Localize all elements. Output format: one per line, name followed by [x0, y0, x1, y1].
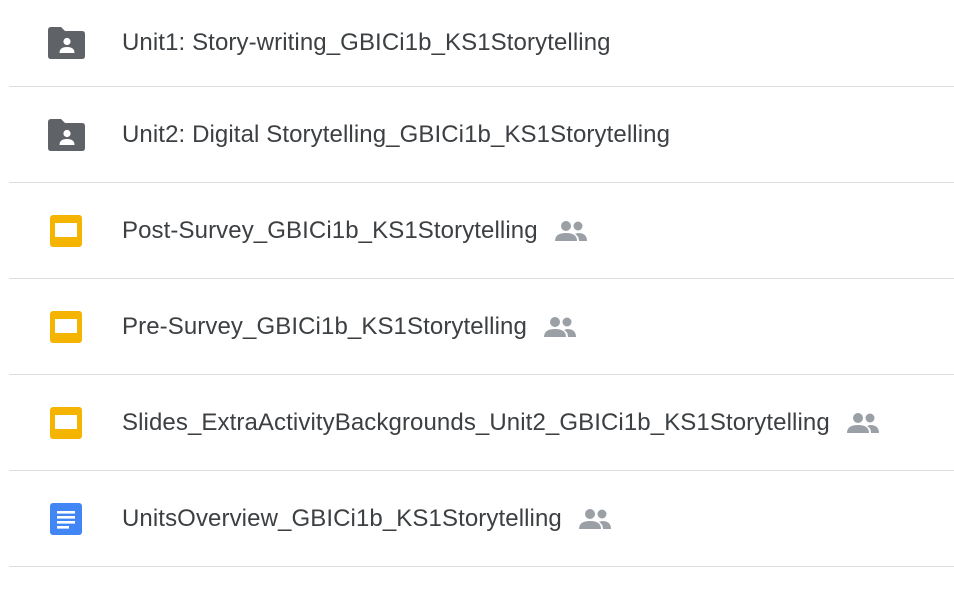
shared-people-icon	[846, 412, 880, 434]
file-row[interactable]: Post-Survey_GBICi1b_KS1Storytelling	[9, 183, 954, 279]
file-name-text: UnitsOverview_GBICi1b_KS1Storytelling	[122, 504, 562, 532]
file-name: Pre-Survey_GBICi1b_KS1Storytelling	[122, 313, 577, 341]
file-name-text: Post-Survey_GBICi1b_KS1Storytelling	[122, 216, 538, 244]
file-row[interactable]: Slides_ExtraActivityBackgrounds_Unit2_GB…	[9, 375, 954, 471]
google-slides-icon	[45, 306, 87, 348]
file-row[interactable]: Unit2: Digital Storytelling_GBICi1b_KS1S…	[9, 87, 954, 183]
shared-folder-icon	[45, 22, 87, 64]
file-name: UnitsOverview_GBICi1b_KS1Storytelling	[122, 505, 612, 533]
file-list: Unit1: Story-writing_GBICi1b_KS1Storytel…	[0, 0, 954, 567]
google-slides-icon	[45, 402, 87, 444]
file-name-text: Pre-Survey_GBICi1b_KS1Storytelling	[122, 312, 527, 340]
shared-people-icon	[554, 220, 588, 242]
file-row[interactable]: Unit1: Story-writing_GBICi1b_KS1Storytel…	[9, 0, 954, 87]
google-docs-icon	[45, 498, 87, 540]
file-row[interactable]: UnitsOverview_GBICi1b_KS1Storytelling	[9, 471, 954, 567]
shared-people-icon	[578, 508, 612, 530]
file-name: Post-Survey_GBICi1b_KS1Storytelling	[122, 217, 588, 245]
google-slides-icon	[45, 210, 87, 252]
shared-people-icon	[543, 316, 577, 338]
file-name: Unit2: Digital Storytelling_GBICi1b_KS1S…	[122, 120, 671, 148]
file-name: Slides_ExtraActivityBackgrounds_Unit2_GB…	[122, 409, 880, 437]
file-name: Unit1: Story-writing_GBICi1b_KS1Storytel…	[122, 29, 611, 56]
file-row[interactable]: Pre-Survey_GBICi1b_KS1Storytelling	[9, 279, 954, 375]
shared-folder-icon	[45, 114, 87, 156]
file-name-text: Slides_ExtraActivityBackgrounds_Unit2_GB…	[122, 408, 830, 436]
